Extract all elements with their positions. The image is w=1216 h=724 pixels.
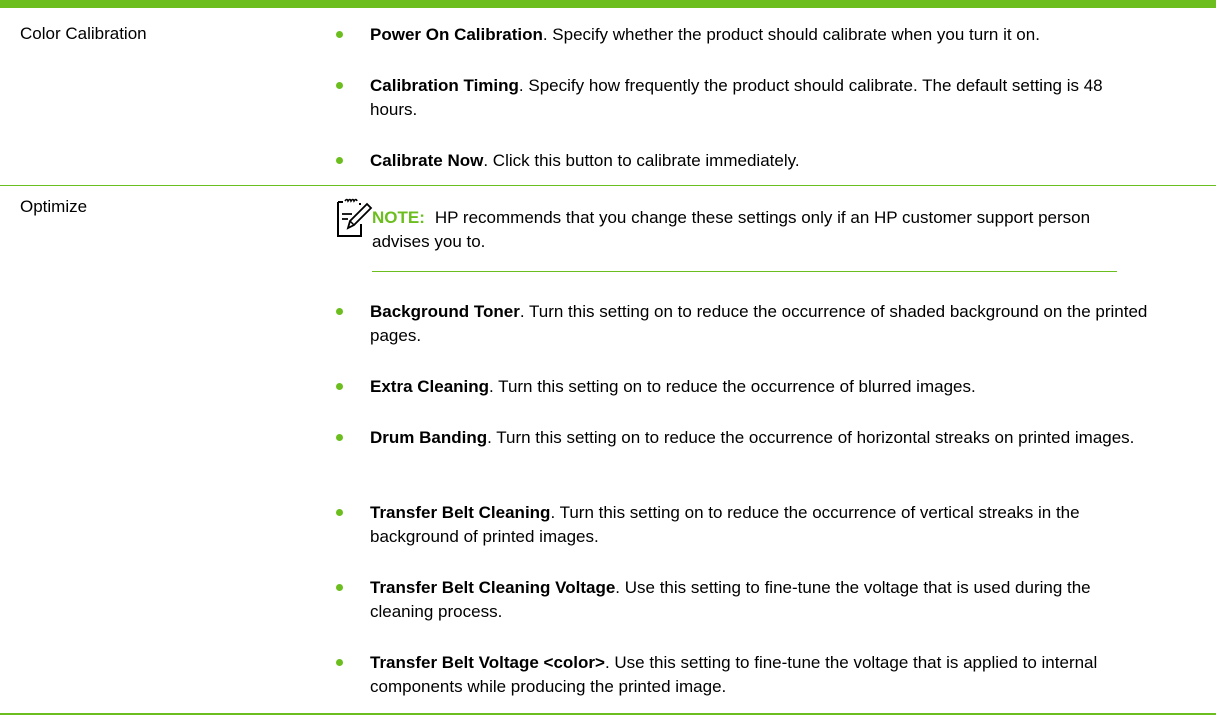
row-label: Optimize — [20, 197, 88, 216]
note-pencil-icon — [337, 198, 373, 237]
item-title: Transfer Belt Cleaning — [370, 503, 551, 522]
item-title: Transfer Belt Voltage <color> — [370, 653, 605, 672]
note-text: HP recommends that you change these sett… — [372, 208, 1091, 251]
item-title: Extra Cleaning — [370, 377, 490, 396]
note-divider — [372, 271, 1117, 272]
row-divider — [0, 185, 1216, 186]
item-title: Transfer Belt Cleaning Voltage — [370, 578, 616, 597]
item-title: Background Toner — [370, 302, 520, 321]
top-rule — [0, 0, 1216, 8]
item-text: . Turn this setting on to reduce the occ… — [487, 428, 1135, 447]
row-label: Color Calibration — [20, 24, 147, 43]
bullet-dot-icon — [336, 82, 343, 89]
item-title: Calibration Timing — [370, 76, 519, 95]
item-title: Calibrate Now — [370, 151, 484, 170]
bullet-dot-icon — [336, 157, 343, 164]
bullet-dot-icon — [336, 509, 343, 516]
item-text: . Click this button to calibrate immedia… — [483, 151, 800, 170]
item-title: Power On Calibration — [370, 25, 543, 44]
bullet-dot-icon — [336, 383, 343, 390]
bullet-dot-icon — [336, 659, 343, 666]
note-box: NOTE: HP recommends that you change these… — [335, 198, 1215, 272]
item-title: Drum Banding — [370, 428, 488, 447]
table-bottom-rule — [0, 713, 1216, 715]
bullet-dot-icon — [336, 308, 343, 315]
bullet-dot-icon — [336, 31, 343, 38]
item-text: . Specify whether the product should cal… — [542, 25, 1040, 44]
note-label: NOTE: — [372, 208, 425, 227]
bullet-dot-icon — [336, 434, 343, 441]
bullet-dot-icon — [336, 584, 343, 591]
item-text: . Turn this setting on to reduce the occ… — [489, 377, 976, 396]
